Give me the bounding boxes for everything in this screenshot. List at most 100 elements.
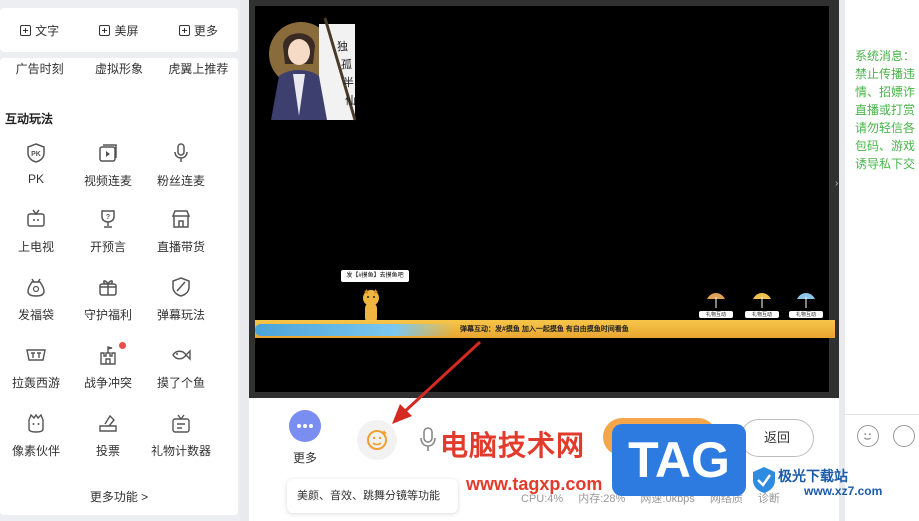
add-beauty-screen-button[interactable]: 美屏 xyxy=(79,22,158,39)
preview-area: 独 孤 半 仙 发【#摸鱼】去摸鱼吧 弹幕互动：发#摸鱼 加入一起摸鱼 有自由摸… xyxy=(249,0,839,398)
aurora-logo-icon xyxy=(753,467,775,493)
feature-tv[interactable]: 上电视 xyxy=(0,208,75,258)
feature-prediction[interactable]: ? 开预言 xyxy=(69,208,147,258)
feature-label: 视频连麦 xyxy=(83,174,132,188)
more-functions-link[interactable]: 更多功能 > xyxy=(0,488,238,505)
beauty-tooltip: 美颜、音效、跳舞分镜等功能 xyxy=(287,479,458,513)
sticker-button[interactable] xyxy=(893,425,915,447)
feature-label: 弹幕玩法 xyxy=(156,308,205,322)
diagnose-link[interactable]: 诊断 xyxy=(758,493,780,505)
system-message-line: 情、招嫖诈 xyxy=(855,85,916,99)
add-beauty-label: 美屏 xyxy=(114,23,139,38)
left-panel: 文字 美屏 更多 广告时刻 虚拟形象 虎翼上推荐 互动玩法 PK PK 视频连麦… xyxy=(0,0,240,521)
emoji-button[interactable] xyxy=(857,425,879,447)
svg-text:孤: 孤 xyxy=(341,58,352,71)
video-link-icon xyxy=(99,144,117,162)
gift-label: 礼物互动 xyxy=(745,311,779,318)
lucky-bag-icon xyxy=(27,278,45,297)
back-button[interactable]: 返回 xyxy=(740,419,814,457)
watermark-logo-text: 极光下载站 xyxy=(778,468,848,484)
add-text-button[interactable]: 文字 xyxy=(0,22,79,39)
feature-gift-counter[interactable]: 礼物计数器 xyxy=(142,412,220,462)
feature-label: 守护福利 xyxy=(83,308,132,322)
feature-label: 摸了个鱼 xyxy=(156,376,205,390)
feature-pk[interactable]: PK PK xyxy=(0,142,75,192)
smile-icon xyxy=(863,433,872,440)
banner-flag-char: 独 xyxy=(337,40,348,53)
gift-stall: 礼物互动 xyxy=(789,291,823,318)
feature-vote[interactable]: 投票 xyxy=(69,412,147,462)
gift-counter-icon xyxy=(172,414,190,433)
feature-lucky-bag[interactable]: 发福袋 xyxy=(0,276,75,326)
feature-guard-welfare[interactable]: 守护福利 xyxy=(69,276,147,326)
feature-label: 开预言 xyxy=(89,240,126,254)
watermark-logo-url: www.xz7.com xyxy=(804,484,883,498)
feature-label: 战争冲突 xyxy=(83,376,132,390)
chat-panel: 系统消息： 禁止传播违 情、招嫖诈 直播或打赏 请勿轻信各 包码、游戏 诱导私下… xyxy=(845,0,919,521)
feature-label: 投票 xyxy=(95,444,120,458)
top-toolbar: 文字 美屏 更多 xyxy=(0,8,238,52)
gift-stall: 礼物互动 xyxy=(699,291,733,318)
gift-box-icon xyxy=(99,280,117,296)
system-message-line: 系统消息： xyxy=(855,49,916,63)
feature-recommend[interactable]: 虎翼上推荐 xyxy=(159,60,238,78)
more-dots-icon xyxy=(297,424,313,428)
feature-live-shop[interactable]: 直播带货 xyxy=(142,208,220,258)
plus-box-icon xyxy=(178,24,190,36)
feature-label: 粉丝连麦 xyxy=(156,174,205,188)
feature-label: 发福袋 xyxy=(17,308,54,322)
collapse-handle-icon[interactable]: › xyxy=(835,178,843,194)
add-more-label: 更多 xyxy=(193,23,218,38)
watermark-tag-logo: TAG xyxy=(612,424,746,496)
live-preview-canvas[interactable]: 独 孤 半 仙 发【#摸鱼】去摸鱼吧 弹幕互动：发#摸鱼 加入一起摸鱼 有自由摸… xyxy=(255,6,835,392)
feature-ad-time[interactable]: 广告时刻 xyxy=(0,60,79,78)
feature-pixel-pet[interactable]: 像素伙伴 xyxy=(0,412,75,462)
game-bar-text: 弹幕互动：发#摸鱼 加入一起摸鱼 有自由摸鱼时间看鱼 xyxy=(460,326,629,333)
virtual-avatar-image: 独 孤 半 仙 xyxy=(269,17,357,121)
pixel-pet-icon xyxy=(28,413,44,433)
feature-danmu-play[interactable]: 弹幕玩法 xyxy=(142,276,220,326)
watermark-url: www.tagxp.com xyxy=(466,474,603,494)
svg-text:PK: PK xyxy=(31,151,41,158)
gift-stall: 礼物互动 xyxy=(745,291,779,318)
feature-label: 拉轰西游 xyxy=(11,376,60,390)
feature-video-link[interactable]: 视频连麦 xyxy=(69,142,147,192)
feature-fish[interactable]: 摸了个鱼 xyxy=(142,344,220,394)
more-button[interactable] xyxy=(289,410,321,442)
system-message-line: 包码、游戏 xyxy=(855,139,916,153)
water-wave-decoration xyxy=(255,324,455,336)
divider xyxy=(845,414,919,415)
feature-label: 像素伙伴 xyxy=(11,444,60,458)
feature-label: PK xyxy=(27,172,44,186)
feature-xiyou-game[interactable]: 拉轰西游 xyxy=(0,344,75,394)
more-button-label: 更多 xyxy=(292,451,317,465)
shield-check-icon xyxy=(172,277,190,297)
castle-icon xyxy=(100,346,116,365)
partial-feature-row: 广告时刻 虚拟形象 虎翼上推荐 xyxy=(0,60,238,78)
system-message: 系统消息： 禁止传播违 情、招嫖诈 直播或打赏 请勿轻信各 包码、游戏 诱导私下… xyxy=(855,47,919,173)
add-text-label: 文字 xyxy=(35,23,60,38)
tv-icon xyxy=(27,209,45,227)
umbrella-icon xyxy=(797,293,815,308)
section-title: 互动玩法 xyxy=(5,112,54,126)
gift-label: 礼物互动 xyxy=(789,311,823,318)
system-message-line: 请勿轻信各 xyxy=(855,121,916,135)
system-message-line: 直播或打赏 xyxy=(855,103,916,117)
feature-virtual-avatar[interactable]: 虚拟形象 xyxy=(79,60,158,78)
feature-war-conflict[interactable]: 战争冲突 xyxy=(69,342,147,394)
pk-shield-icon: PK xyxy=(27,143,45,163)
add-more-button[interactable]: 更多 xyxy=(159,22,238,39)
umbrella-icon xyxy=(707,293,725,308)
svg-text:半: 半 xyxy=(343,75,354,89)
feature-panel: 广告时刻 虚拟形象 虎翼上推荐 互动玩法 PK PK 视频连麦 粉丝连麦 上电视… xyxy=(0,58,238,515)
plus-box-icon xyxy=(99,24,111,36)
microphone-icon xyxy=(174,143,188,162)
app-window: 文字 美屏 更多 广告时刻 虚拟形象 虎翼上推荐 互动玩法 PK PK 视频连麦… xyxy=(0,0,919,521)
shop-icon xyxy=(171,210,191,228)
svg-text:仙: 仙 xyxy=(345,94,356,107)
fish-icon xyxy=(172,349,191,361)
feature-label: 礼物计数器 xyxy=(150,444,211,458)
game-bubble: 发【#摸鱼】去摸鱼吧 xyxy=(341,270,409,282)
annotation-arrow-icon xyxy=(392,340,482,424)
feature-fan-link[interactable]: 粉丝连麦 xyxy=(142,142,220,192)
